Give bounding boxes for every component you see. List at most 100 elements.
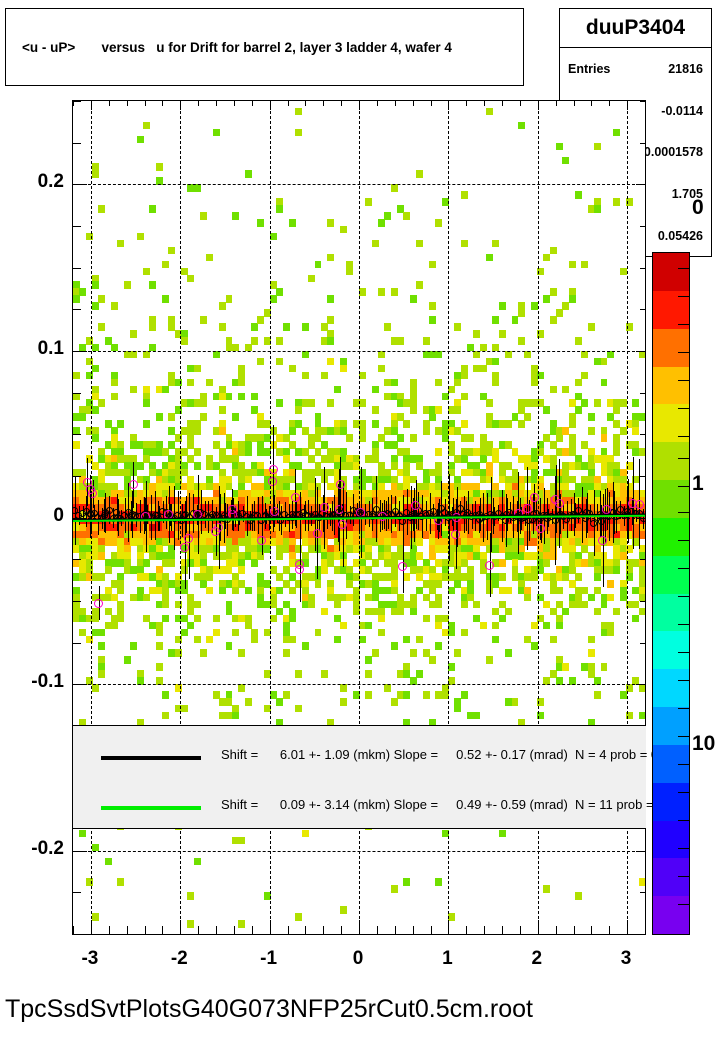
x-tick-top (341, 101, 343, 106)
outlier-marker (295, 564, 305, 574)
y-tick (73, 434, 81, 436)
x-axis-tick-label: 1 (442, 948, 453, 969)
color-segment (653, 820, 689, 859)
color-segment (653, 896, 689, 934)
colorbar-tick (678, 436, 690, 437)
outlier-marker (398, 561, 407, 571)
y-axis-tick-label: -0.1 (31, 671, 64, 693)
colorbar-tick (678, 652, 690, 653)
legend-entry: Shift = 0.09 +- 3.14 (mkm) Slope = 0.49 … (73, 788, 690, 828)
profile-marker (399, 518, 407, 526)
stat-value: 21816 (668, 61, 703, 76)
source-file-label: TpcSsdSvtPlotsG40G073NFP25rCut0.5cm.root (5, 995, 534, 1023)
x-tick-top (537, 101, 539, 110)
y-tick-right (640, 142, 645, 144)
x-tick-top (555, 101, 557, 106)
y-tick-right (636, 517, 645, 519)
y-tick-right (636, 684, 645, 686)
colorbar-tick (678, 458, 690, 459)
y-tick (73, 934, 81, 935)
colorbar-tick (678, 408, 690, 409)
x-tick (216, 926, 217, 934)
y-tick (73, 517, 87, 519)
outlier-marker (319, 503, 329, 513)
y-tick (73, 642, 81, 644)
outlier-marker (335, 479, 345, 489)
color-segment (653, 517, 689, 557)
colorbar-tick (678, 708, 690, 709)
x-tick (90, 920, 92, 934)
x-tick-top (627, 101, 629, 110)
x-tick (484, 926, 486, 934)
x-tick (609, 926, 611, 934)
colorbar-tick (678, 848, 690, 849)
y-tick-right (636, 350, 645, 352)
outlier-marker (128, 480, 138, 490)
colorbar-tick (678, 296, 690, 297)
legend-entry: Shift = 6.01 +- 1.09 (mkm) Slope = 0.52 … (73, 738, 683, 778)
x-tick (73, 926, 74, 934)
colorbar-tick (678, 486, 690, 487)
colorbar-label: 0 (692, 196, 704, 219)
y-tick-right (640, 600, 645, 602)
x-tick (573, 926, 575, 934)
y-tick-right (640, 267, 645, 269)
colorbar-tick (678, 876, 690, 877)
profile-marker (429, 507, 437, 515)
colorbar-tick (678, 792, 690, 793)
x-tick (305, 926, 307, 934)
x-tick (519, 926, 521, 934)
x-tick (359, 920, 360, 934)
outlier-marker (602, 504, 612, 514)
y-tick (73, 142, 81, 144)
color-segment (653, 555, 689, 595)
y-tick (73, 392, 81, 394)
outlier-marker (485, 560, 495, 570)
x-tick-top (609, 101, 611, 106)
color-segment (653, 858, 689, 897)
x-tick-top (484, 101, 486, 106)
color-segment (653, 631, 689, 670)
y-axis-tick-label: 0.2 (37, 171, 64, 193)
x-axis-tick-label: 2 (531, 948, 543, 969)
x-tick (251, 926, 253, 934)
stat-value: -0.0114 (661, 103, 703, 118)
colorbar-tick (678, 624, 690, 625)
outlier-marker (184, 533, 194, 543)
x-tick-top (251, 101, 253, 106)
y-tick (73, 475, 81, 477)
x-tick-top (466, 101, 468, 106)
x-tick (180, 920, 182, 934)
y-tick-right (640, 642, 645, 644)
x-tick-top (269, 101, 271, 110)
colorbar-tick (678, 540, 690, 541)
y-axis-tick-label: 0.1 (37, 337, 64, 359)
legend-line-swatch (101, 806, 201, 810)
x-tick (341, 926, 343, 934)
y-tick (73, 684, 87, 686)
x-tick (162, 926, 164, 934)
x-axis-tick-label: -3 (81, 948, 99, 969)
x-tick-top (591, 101, 593, 106)
color-segment (653, 253, 689, 292)
x-tick (126, 926, 128, 934)
x-tick-top (573, 101, 575, 106)
x-tick-top (376, 101, 378, 106)
color-segment (653, 328, 689, 368)
outlier-marker (257, 535, 266, 545)
colorbar-tick (678, 736, 690, 737)
x-tick-top (323, 101, 325, 106)
x-axis-tick-label: -1 (260, 948, 278, 969)
stat-value: 0.0001578 (643, 145, 703, 160)
y-tick (73, 309, 81, 311)
x-tick (323, 926, 325, 934)
title-box: <u - uP> versus u for Drift for barrel 2… (5, 8, 524, 86)
colorbar-tick (678, 380, 690, 381)
y-tick-right (640, 559, 645, 561)
y-tick-right (640, 892, 645, 894)
y-tick-right (640, 309, 645, 311)
x-tick-top (233, 101, 235, 106)
x-tick-top (448, 101, 450, 110)
outlier-marker (529, 493, 539, 503)
outlier-marker (312, 528, 322, 538)
